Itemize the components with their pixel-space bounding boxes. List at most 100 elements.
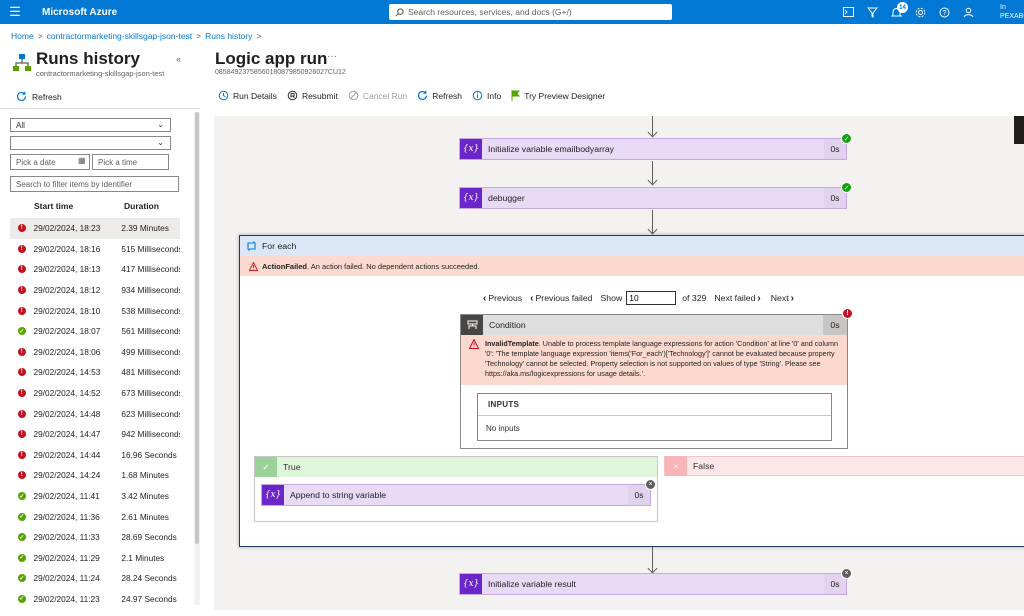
false-branch-header[interactable]: × False <box>664 456 1024 476</box>
time-placeholder: Pick a time <box>98 157 138 167</box>
column-duration[interactable]: Duration <box>124 201 159 211</box>
condition-action[interactable]: Condition 0s ! InvalidTemplate. Unable t… <box>460 308 853 449</box>
run-row[interactable]: ! 29/02/2024, 14:44 16.96 Seconds <box>10 445 180 466</box>
info-button[interactable]: Info <box>472 90 501 101</box>
loop-icon <box>240 241 262 251</box>
run-status: ! <box>10 244 33 253</box>
condition-error-message: . Unable to process template language ex… <box>485 339 838 378</box>
column-start-time[interactable]: Start time <box>34 201 73 211</box>
true-branch[interactable]: ✓ True {x} Append to string variable 0s … <box>254 456 658 522</box>
previous-failed-button[interactable]: ‹ Previous failed <box>530 293 592 304</box>
collapse-panel-icon[interactable]: « <box>176 54 181 64</box>
run-row[interactable]: ✓ 29/02/2024, 11:24 28.24 Seconds <box>10 568 180 589</box>
next-button[interactable]: Next › <box>771 293 796 304</box>
action-name: Initialize variable result <box>488 579 576 589</box>
run-row[interactable]: ✓ 29/02/2024, 18:07 561 Milliseconds <box>10 321 180 342</box>
settings-icon[interactable] <box>908 0 932 24</box>
run-row[interactable]: ✓ 29/02/2024, 11:23 24.97 Seconds <box>10 589 180 610</box>
previous-button[interactable]: ‹ Previous <box>483 293 522 304</box>
designer-canvas[interactable]: {x} Initialize variable emailbodyarray 0… <box>214 116 1024 610</box>
error-icon: ! <box>17 430 26 439</box>
breadcrumb-app[interactable]: contractormarketing-skillsgap-json-test <box>47 31 193 41</box>
preview-designer-label: Try Preview Designer <box>524 90 606 101</box>
run-start-time: 29/02/2024, 14:24 <box>33 470 101 481</box>
scrollbar-thumb[interactable] <box>195 112 199 544</box>
directory-filter-icon[interactable] <box>860 0 884 24</box>
condition-header[interactable]: Condition 0s ! <box>461 308 853 335</box>
calendar-icon[interactable]: ▦ <box>78 156 86 165</box>
second-filter-dropdown[interactable]: ⌄ <box>10 136 171 150</box>
run-row[interactable]: ! 29/02/2024, 14:47 942 Milliseconds <box>10 424 180 445</box>
runs-scrollbar[interactable] <box>194 112 200 605</box>
error-icon: ! <box>17 224 26 233</box>
help-icon[interactable]: ? <box>932 0 956 24</box>
breadcrumb-home[interactable]: Home <box>11 31 34 41</box>
error-icon: ! <box>17 306 26 315</box>
true-branch-header[interactable]: ✓ True <box>255 457 657 477</box>
run-row[interactable]: ! 29/02/2024, 18:12 934 Milliseconds <box>10 280 180 301</box>
run-status: ✓ <box>10 553 33 562</box>
variable-icon: {x} <box>460 139 482 159</box>
run-row[interactable]: ✓ 29/02/2024, 11:36 2.61 Minutes <box>10 506 180 527</box>
run-row[interactable]: ✓ 29/02/2024, 11:33 28.69 Seconds <box>10 527 180 548</box>
cancel-run-button[interactable]: Cancel Run <box>348 90 407 101</box>
status-filter-dropdown[interactable]: All ⌄ <box>10 118 171 132</box>
previous-failed-label: Previous failed <box>535 292 593 303</box>
inputs-header[interactable]: INPUTS <box>478 394 831 416</box>
refresh-run-button[interactable]: Refresh <box>417 90 462 101</box>
cloud-shell-icon[interactable] <box>836 0 860 24</box>
run-row[interactable]: ! 29/02/2024, 14:24 1.68 Minutes <box>10 465 180 486</box>
action-append-to-string-variable[interactable]: {x} Append to string variable 0s × <box>261 479 656 506</box>
run-status: ! <box>10 286 33 295</box>
run-row[interactable]: ! 29/02/2024, 14:52 673 Milliseconds <box>10 383 180 404</box>
refresh-runs-button[interactable]: Refresh <box>16 91 62 102</box>
foreach-header[interactable]: For each <box>240 236 1024 256</box>
run-duration: 16.96 Seconds <box>121 449 177 460</box>
try-preview-designer-button[interactable]: Try Preview Designer <box>511 90 605 101</box>
error-icon: ! <box>17 265 26 274</box>
run-start-time: 29/02/2024, 18:23 <box>33 223 101 234</box>
menu-icon[interactable]: ☰ <box>0 4 30 20</box>
feedback-icon[interactable] <box>956 0 980 24</box>
next-failed-button[interactable]: Next failed › <box>714 293 762 304</box>
run-details-button[interactable]: Run Details <box>218 90 277 101</box>
brand-title[interactable]: Microsoft Azure <box>42 7 117 18</box>
show-label: Show <box>600 293 623 303</box>
condition-icon <box>461 315 483 335</box>
user-account[interactable]: In PEXABO <box>1000 3 1024 21</box>
run-start-time: 29/02/2024, 18:07 <box>33 326 101 337</box>
breadcrumb-runs-history[interactable]: Runs history <box>205 31 252 41</box>
run-row[interactable]: ✓ 29/02/2024, 11:29 2.1 Minutes <box>10 548 180 569</box>
run-row[interactable]: ! 29/02/2024, 18:16 515 Milliseconds <box>10 239 180 260</box>
run-start-time: 29/02/2024, 18:06 <box>33 346 101 357</box>
run-duration: 2.39 Minutes <box>121 223 169 234</box>
cancel-run-label: Cancel Run <box>362 90 408 101</box>
global-search[interactable]: Search resources, services, and docs (G+… <box>389 4 672 20</box>
resubmit-button[interactable]: Resubmit <box>287 90 338 101</box>
foreach-scope[interactable]: For each ActionFailed. An action failed.… <box>239 235 1024 547</box>
run-duration: 942 Milliseconds <box>121 429 180 440</box>
run-start-time: 29/02/2024, 14:47 <box>33 429 101 440</box>
action-initialize-emailbodyarray[interactable]: {x} Initialize variable emailbodyarray 0… <box>459 133 852 160</box>
time-picker[interactable]: Pick a time <box>92 154 169 170</box>
arrow-icon <box>647 175 658 186</box>
run-row[interactable]: ! 29/02/2024, 18:10 538 Milliseconds <box>10 300 180 321</box>
run-row[interactable]: ! 29/02/2024, 18:06 499 Milliseconds <box>10 342 180 363</box>
run-start-time: 29/02/2024, 18:13 <box>33 264 101 275</box>
runs-history-title: Runs history <box>36 49 140 68</box>
run-start-time: 29/02/2024, 11:29 <box>33 552 100 563</box>
run-start-time: 29/02/2024, 14:48 <box>33 408 101 419</box>
run-row[interactable]: ! 29/02/2024, 18:23 2.39 Minutes <box>10 218 180 239</box>
action-initialize-result[interactable]: {x} Initialize variable result 0s × <box>459 568 852 595</box>
notifications-icon[interactable]: 14 <box>884 0 908 24</box>
run-row[interactable]: ! 29/02/2024, 18:13 417 Milliseconds <box>10 259 180 280</box>
run-row[interactable]: ! 29/02/2024, 14:53 481 Milliseconds <box>10 362 180 383</box>
error-icon: ! <box>17 368 26 377</box>
identifier-search-input[interactable]: Search to filter items by identifier <box>10 176 179 192</box>
run-row[interactable]: ! 29/02/2024, 14:48 623 Milliseconds <box>10 403 180 424</box>
arrow-icon <box>647 127 658 138</box>
action-debugger[interactable]: {x} debugger 0s ✓ <box>459 182 852 209</box>
more-options-icon[interactable]: ··· <box>327 51 337 62</box>
run-row[interactable]: ✓ 29/02/2024, 11:41 3.42 Minutes <box>10 486 180 507</box>
iteration-input[interactable] <box>626 291 677 305</box>
